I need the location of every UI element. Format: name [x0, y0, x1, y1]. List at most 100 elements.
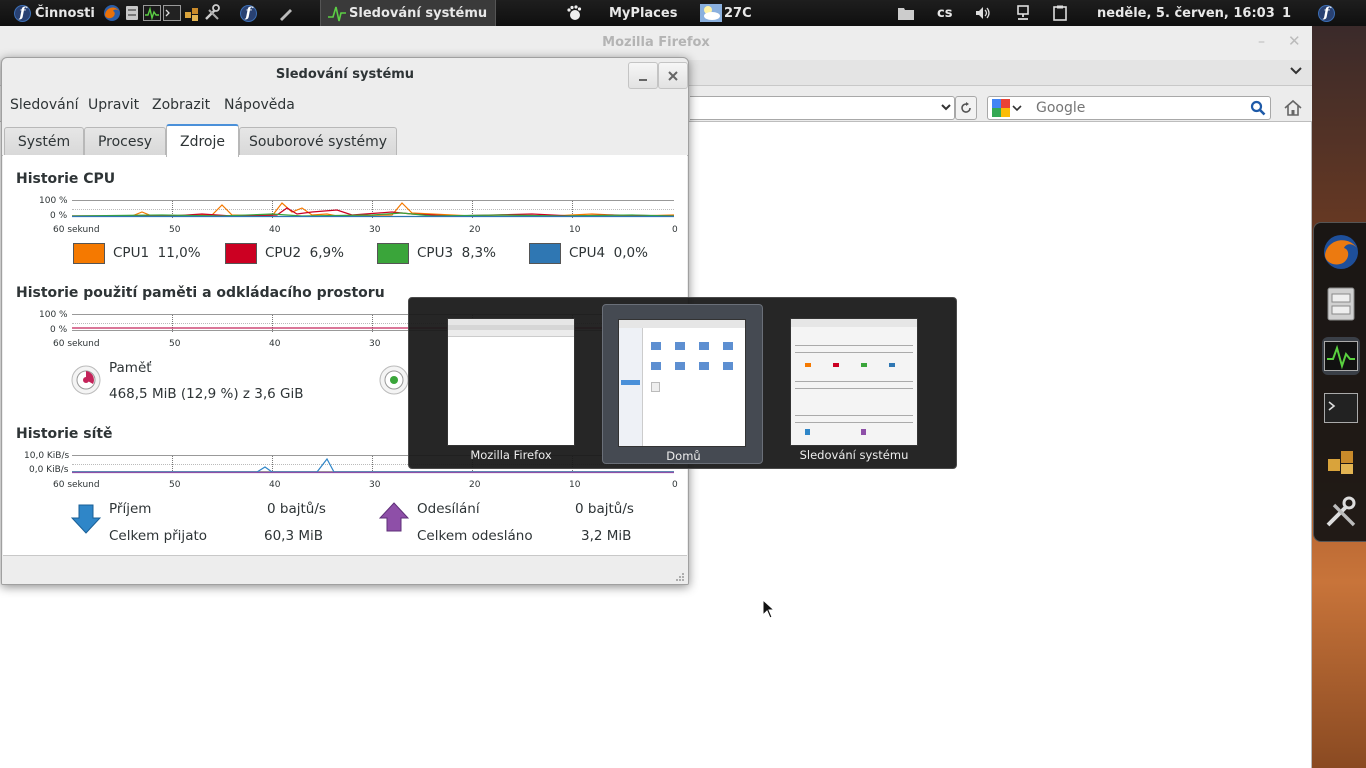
tab-processes[interactable]: Procesy	[84, 127, 166, 156]
dock-software-icon[interactable]	[1322, 441, 1360, 479]
places-folder-button[interactable]	[897, 0, 915, 26]
cpu4-color-button[interactable]	[529, 243, 561, 264]
weather-indicator[interactable]: 27C	[700, 0, 752, 26]
dock-file-manager-icon[interactable]	[1322, 285, 1360, 323]
quick-launchers	[103, 0, 221, 26]
switcher-item-home[interactable]: Domů	[602, 304, 763, 464]
activities-label: Činnosti	[35, 5, 95, 21]
memory-y-max: 100 %	[39, 310, 68, 320]
switcher-label: Sledování systému	[799, 448, 909, 462]
system-monitor-launcher-icon[interactable]	[143, 4, 161, 22]
switcher-item-firefox[interactable]: Mozilla Firefox	[409, 304, 613, 464]
memory-label: Paměť	[109, 360, 152, 376]
firefox-titlebar[interactable]: Mozilla Firefox – ✕	[0, 26, 1312, 60]
clipboard-button[interactable]	[1053, 0, 1067, 26]
switcher-label: Domů	[666, 449, 701, 463]
window-switcher: Mozilla Firefox Domů Sledování systému	[408, 297, 957, 469]
resize-grip-icon[interactable]	[675, 571, 685, 584]
search-icon[interactable]	[1250, 100, 1266, 116]
firefox-close-button[interactable]: ✕	[1288, 32, 1301, 50]
firefox-minimize-button[interactable]: –	[1258, 34, 1265, 50]
network-history-title: Historie sítě	[16, 426, 113, 442]
memory-x-tick: 40	[269, 339, 281, 349]
cpu3-color-button[interactable]	[377, 243, 409, 264]
send-arrow-icon[interactable]	[378, 501, 410, 537]
cpu-x-tick: 40	[269, 225, 281, 235]
cpu2-label: CPU2 6,9%	[265, 245, 344, 261]
reload-button[interactable]	[955, 96, 977, 120]
switcher-item-system-monitor[interactable]: Sledování systému	[752, 304, 956, 464]
settings-tools-launcher-icon[interactable]	[203, 4, 221, 22]
dash-dock	[1313, 222, 1366, 542]
fedora-logo-icon: f	[14, 4, 31, 22]
switcher-label: Mozilla Firefox	[470, 448, 552, 462]
search-engine-dropdown-icon[interactable]	[1012, 103, 1022, 113]
cpu-x-tick: 60 sekund	[53, 225, 100, 235]
firefox-url-bar[interactable]	[690, 96, 955, 120]
tab-resources[interactable]: Zdroje	[166, 124, 239, 157]
clipboard-icon	[1053, 5, 1067, 21]
memory-y-min: 0 %	[50, 325, 68, 335]
minimize-button[interactable]	[628, 62, 658, 89]
firefox-launcher-icon[interactable]	[103, 4, 121, 22]
terminal-launcher-icon[interactable]	[163, 4, 181, 22]
list-all-tabs-icon[interactable]	[1289, 64, 1303, 82]
weather-temp: 27C	[724, 5, 752, 21]
dock-terminal-icon[interactable]	[1322, 389, 1360, 427]
volume-button[interactable]	[975, 0, 991, 26]
fedora-menu-button[interactable]: f	[240, 0, 257, 26]
software-launcher-icon[interactable]	[183, 4, 201, 22]
google-engine-icon[interactable]	[992, 99, 1010, 117]
network-wired-icon	[1017, 5, 1029, 20]
memory-pie-icon[interactable]	[71, 365, 101, 399]
network-x-tick: 20	[469, 480, 481, 490]
weather-cloud-icon	[700, 4, 722, 22]
memory-value: 468,5 MiB (12,9 %) z 3,6 GiB	[109, 386, 304, 402]
dock-settings-icon[interactable]	[1322, 493, 1360, 531]
cpu-graph	[72, 200, 674, 218]
workspace-indicator[interactable]: 1	[1282, 0, 1291, 26]
firefox-search-input[interactable]	[1036, 100, 1250, 116]
activities-button[interactable]: f Činnosti	[14, 0, 95, 26]
clock[interactable]: neděle, 5. červen, 16:03	[1097, 0, 1275, 26]
menu-help[interactable]: Nápověda	[224, 97, 295, 113]
file-manager-launcher-icon[interactable]	[123, 4, 141, 22]
dock-firefox-icon[interactable]	[1322, 233, 1360, 271]
firefox-search-box[interactable]	[987, 96, 1271, 120]
cpu1-line	[72, 202, 674, 217]
send-rate: 0 bajtů/s	[575, 501, 634, 517]
pen-icon	[280, 9, 292, 21]
fedora-user-menu[interactable]: f	[1318, 0, 1335, 26]
cpu3-label: CPU3 8,3%	[417, 245, 496, 261]
keyboard-layout-indicator[interactable]: cs	[937, 0, 952, 26]
system-monitor-titlebar[interactable]: Sledování systému	[2, 58, 688, 92]
tab-file-systems[interactable]: Souborové systémy	[239, 127, 397, 156]
myplaces-menu[interactable]: MyPlaces	[609, 0, 677, 26]
task-system-monitor[interactable]: Sledování systému	[320, 0, 497, 26]
receive-arrow-icon[interactable]	[70, 503, 102, 539]
tab-system[interactable]: Systém	[4, 127, 84, 156]
network-x-tick: 30	[369, 480, 381, 490]
memory-x-tick: 30	[369, 339, 381, 349]
cpu-y-min: 0 %	[50, 211, 68, 221]
fedora-user-icon: f	[1318, 4, 1335, 22]
network-x-tick: 50	[169, 480, 181, 490]
cpu-history-title: Historie CPU	[16, 171, 116, 187]
gnome-foot-button[interactable]	[566, 0, 582, 26]
menu-view[interactable]: Zobrazit	[152, 97, 210, 113]
firefox-title: Mozilla Firefox	[602, 35, 710, 50]
url-history-dropdown-icon[interactable]	[940, 101, 952, 117]
dock-system-monitor-icon[interactable]	[1322, 337, 1360, 375]
network-button[interactable]	[1015, 0, 1031, 26]
cpu2-color-button[interactable]	[225, 243, 257, 264]
swap-pie-icon[interactable]	[379, 365, 409, 399]
menu-monitor[interactable]: Sledování	[10, 97, 78, 113]
close-button[interactable]	[658, 62, 688, 89]
total-received-label: Celkem přijato	[109, 528, 208, 544]
editor-launcher[interactable]	[278, 0, 294, 26]
menu-edit[interactable]: Upravit	[88, 97, 139, 113]
network-y-min: 0,0 KiB/s	[29, 465, 69, 475]
network-y-max: 10,0 KiB/s	[24, 451, 70, 461]
home-button[interactable]	[1282, 96, 1304, 120]
cpu1-color-button[interactable]	[73, 243, 105, 264]
